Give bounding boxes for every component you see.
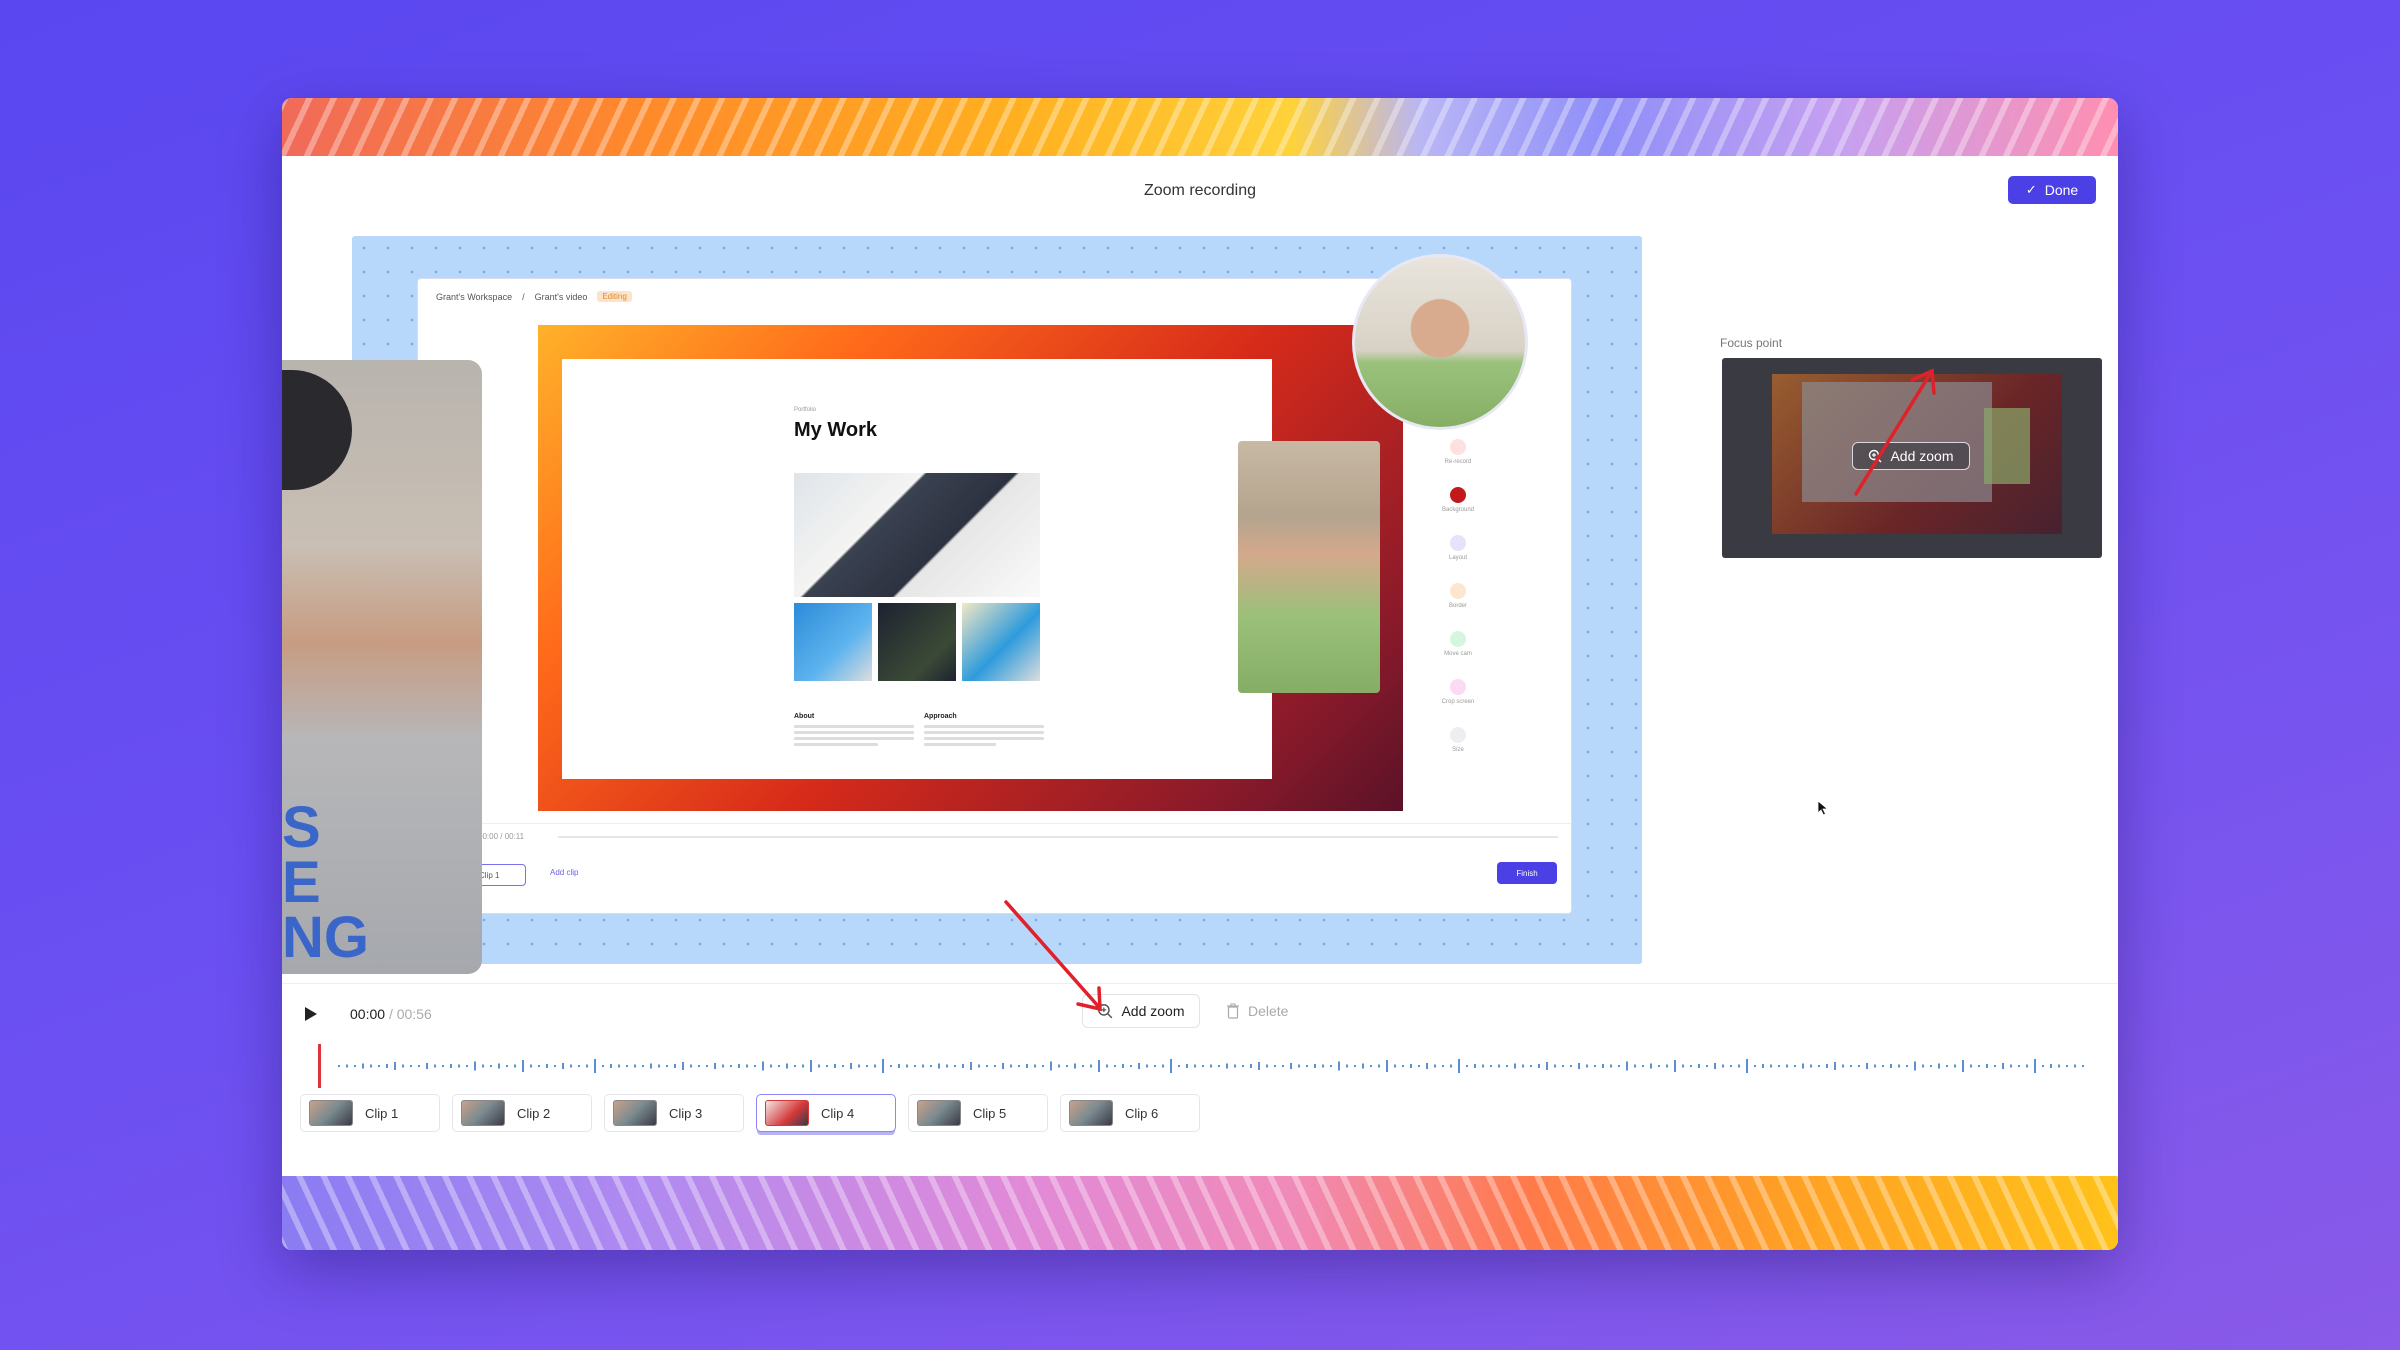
tablet-image (962, 603, 1040, 681)
recorded-add-clip: Add clip (550, 868, 579, 877)
recording-stage: Portfolio My Work About Approach (538, 325, 1403, 811)
recorded-breadcrumb: Grant's Workspace / Grant's video Editin… (436, 291, 632, 302)
shirt-lettering: S E NG (282, 795, 369, 971)
playback-time: 00:00 / 00:56 (350, 1006, 432, 1022)
play-button[interactable] (300, 1004, 320, 1024)
cap-shape (282, 370, 352, 490)
clip-thumbnail (765, 1100, 809, 1126)
focus-add-zoom-label: Add zoom (1890, 448, 1954, 464)
webcam-portrait (1238, 441, 1380, 693)
clip-thumbnail (613, 1100, 657, 1126)
recorded-time: 00:00 / 00:11 (478, 832, 525, 841)
window-title: Zoom recording (1143, 182, 1257, 199)
add-zoom-button[interactable]: Add zoom (1082, 994, 1200, 1028)
clip-label: Clip 2 (517, 1105, 551, 1121)
clip-item[interactable]: Clip 1 (300, 1094, 440, 1132)
focus-add-zoom-button[interactable]: Add zoom (1852, 442, 1970, 470)
clip-label: Clip 6 (1125, 1105, 1159, 1121)
clip-thumbnail (461, 1100, 505, 1126)
clip-label: Clip 3 (669, 1105, 703, 1121)
clip-thumbnail (917, 1100, 961, 1126)
code-image (878, 603, 956, 681)
time-current: 00:00 (350, 1006, 386, 1022)
mouse-cursor (1817, 800, 1829, 816)
top-bar: Zoom recording ✓ Done (282, 156, 2118, 228)
document-title: My Work (794, 419, 877, 441)
side-tool-background: Background (1430, 487, 1486, 535)
approach-column: Approach (924, 713, 1044, 749)
portfolio-document: Portfolio My Work About Approach (562, 359, 1272, 779)
breadcrumb-separator: / (522, 291, 525, 302)
clip-item[interactable]: Clip 4 (756, 1094, 896, 1132)
zoom-in-icon (1869, 449, 1882, 463)
recorded-finish-button: Finish (1497, 862, 1557, 884)
clip-item[interactable]: Clip 3 (604, 1094, 744, 1132)
side-tool-layout: Layout (1430, 535, 1486, 583)
focus-point-label: Focus point (1720, 336, 1783, 350)
side-tool-border: Border (1430, 583, 1486, 631)
play-icon (305, 1007, 317, 1021)
webcam-bubble (1352, 254, 1528, 430)
clip-item[interactable]: Clip 2 (452, 1094, 592, 1132)
zoom-in-icon (1098, 1003, 1113, 1019)
playhead[interactable] (318, 1044, 321, 1088)
side-tool-crop: Crop screen (1430, 679, 1486, 727)
watch-image (794, 603, 872, 681)
webcam-overlay: S E NG (282, 360, 482, 974)
audio-waveform[interactable] (334, 1048, 2094, 1084)
clip-thumbnail (1069, 1100, 1113, 1126)
about-heading: About (794, 713, 815, 720)
add-zoom-label: Add zoom (1121, 1003, 1185, 1019)
recorder-side-tools: Re-record Background Layout Border Move … (1430, 439, 1486, 775)
done-label: Done (2044, 182, 2079, 198)
side-tool-rerecord: Re-record (1430, 439, 1486, 487)
app-window: Zoom recording ✓ Done Grant's Workspace … (282, 98, 2118, 1250)
breadcrumb-workspace: Grant's Workspace (436, 291, 513, 302)
recorded-timeline: 00:00 / 00:11 Clip 1 Add clip Finish (418, 823, 1571, 913)
recorded-track (558, 836, 1558, 838)
delete-button[interactable]: Delete (1226, 994, 1288, 1028)
clip-item[interactable]: Clip 6 (1060, 1094, 1200, 1132)
side-tool-size: Size (1430, 727, 1486, 775)
clip-label: Clip 4 (821, 1105, 855, 1121)
time-total: / 00:56 (388, 1006, 432, 1022)
clip-item[interactable]: Clip 5 (908, 1094, 1048, 1132)
document-eyebrow: Portfolio (794, 407, 817, 413)
clip-label: Clip 1 (365, 1105, 399, 1121)
done-button[interactable]: ✓ Done (2008, 176, 2096, 204)
delete-label: Delete (1248, 1003, 1289, 1019)
decorative-top-stripe (282, 98, 2118, 156)
preview-canvas[interactable]: Grant's Workspace / Grant's video Editin… (352, 236, 1642, 964)
about-column: About (794, 713, 914, 749)
side-tool-move-cam: Move cam (1430, 631, 1486, 679)
decorative-bottom-stripe (282, 1176, 2118, 1250)
check-icon: ✓ (2025, 182, 2037, 197)
editor-controls: 00:00 / 00:56 Add zoom Delete Clip 1 Clip… (282, 983, 2118, 1191)
clip-label: Clip 5 (973, 1105, 1007, 1121)
trash-icon (1227, 1003, 1239, 1019)
status-badge: Editing (597, 291, 632, 302)
breadcrumb-video: Grant's video (534, 291, 588, 302)
approach-heading: Approach (924, 713, 957, 720)
laptop-image (794, 473, 1040, 597)
clip-thumbnail (309, 1100, 353, 1126)
clip-strip: Clip 1 Clip 2 Clip 3 Clip 4 Clip 5 Clip 6 (300, 1094, 1200, 1132)
focus-point-preview[interactable]: Add zoom (1722, 358, 2102, 558)
